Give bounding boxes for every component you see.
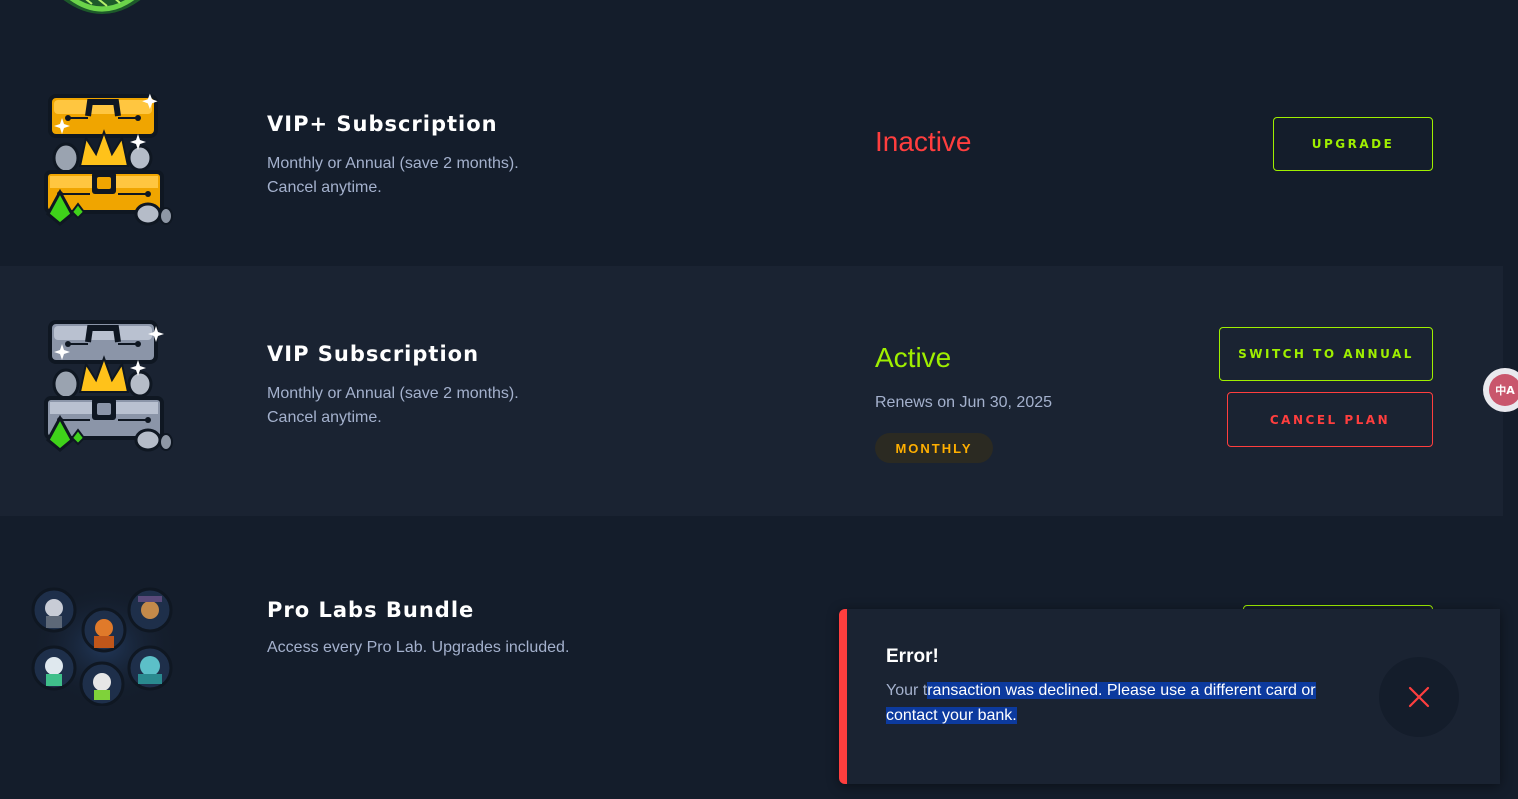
- plan-title: VIP+ Subscription: [267, 112, 498, 136]
- plan-title: Pro Labs Bundle: [267, 598, 475, 622]
- plan-description-line: Monthly or Annual (save 2 months).: [267, 385, 519, 402]
- renewal-date: Renews on Jun 30, 2025: [875, 394, 1053, 411]
- cancel-plan-button[interactable]: CANCEL PLAN: [1227, 392, 1433, 447]
- toast-message-lead: Your t: [886, 682, 928, 699]
- golden-treasure-chest-icon: [44, 93, 173, 226]
- error-toast: Error! Your transaction was declined. Pl…: [839, 609, 1500, 784]
- plan-description: Monthly or Annual (save 2 months). Cance…: [267, 382, 519, 430]
- pro-labs-avatars-icon: [30, 586, 178, 706]
- plan-description: Monthly or Annual (save 2 months). Cance…: [267, 152, 519, 200]
- plan-description-line: Access every Pro Lab. Upgrades included.: [267, 639, 570, 656]
- plan-description-line: Monthly or Annual (save 2 months).: [267, 155, 519, 172]
- billing-cycle-badge: MONTHLY: [875, 433, 993, 463]
- plan-status-inactive: Inactive: [875, 126, 972, 157]
- plan-row-vip: VIP Subscription Monthly or Annual (save…: [0, 266, 1503, 516]
- plan-description-line: Cancel anytime.: [267, 179, 382, 196]
- plan-row-vip-plus: VIP+ Subscription Monthly or Annual (sav…: [0, 36, 1503, 266]
- plan-status-active: Active: [875, 342, 952, 373]
- previous-plan-row: [0, 0, 1503, 36]
- previous-plan-icon: [63, 0, 141, 14]
- close-toast-button[interactable]: [1379, 657, 1459, 737]
- toast-title: Error!: [886, 646, 939, 667]
- plan-description-line: Cancel anytime.: [267, 409, 382, 426]
- switch-to-annual-button[interactable]: SWITCH TO ANNUAL: [1219, 327, 1433, 381]
- close-icon: [1408, 686, 1430, 708]
- translate-icon: 中A: [1489, 374, 1518, 406]
- toast-message-selected: ransaction was declined. Please use a di…: [886, 682, 1316, 724]
- silver-treasure-chest-icon: [44, 320, 173, 452]
- toast-message: Your transaction was declined. Please us…: [886, 678, 1346, 728]
- plan-title: VIP Subscription: [267, 342, 480, 366]
- plan-description: Access every Pro Lab. Upgrades included.: [267, 636, 569, 660]
- upgrade-button[interactable]: UPGRADE: [1273, 117, 1433, 171]
